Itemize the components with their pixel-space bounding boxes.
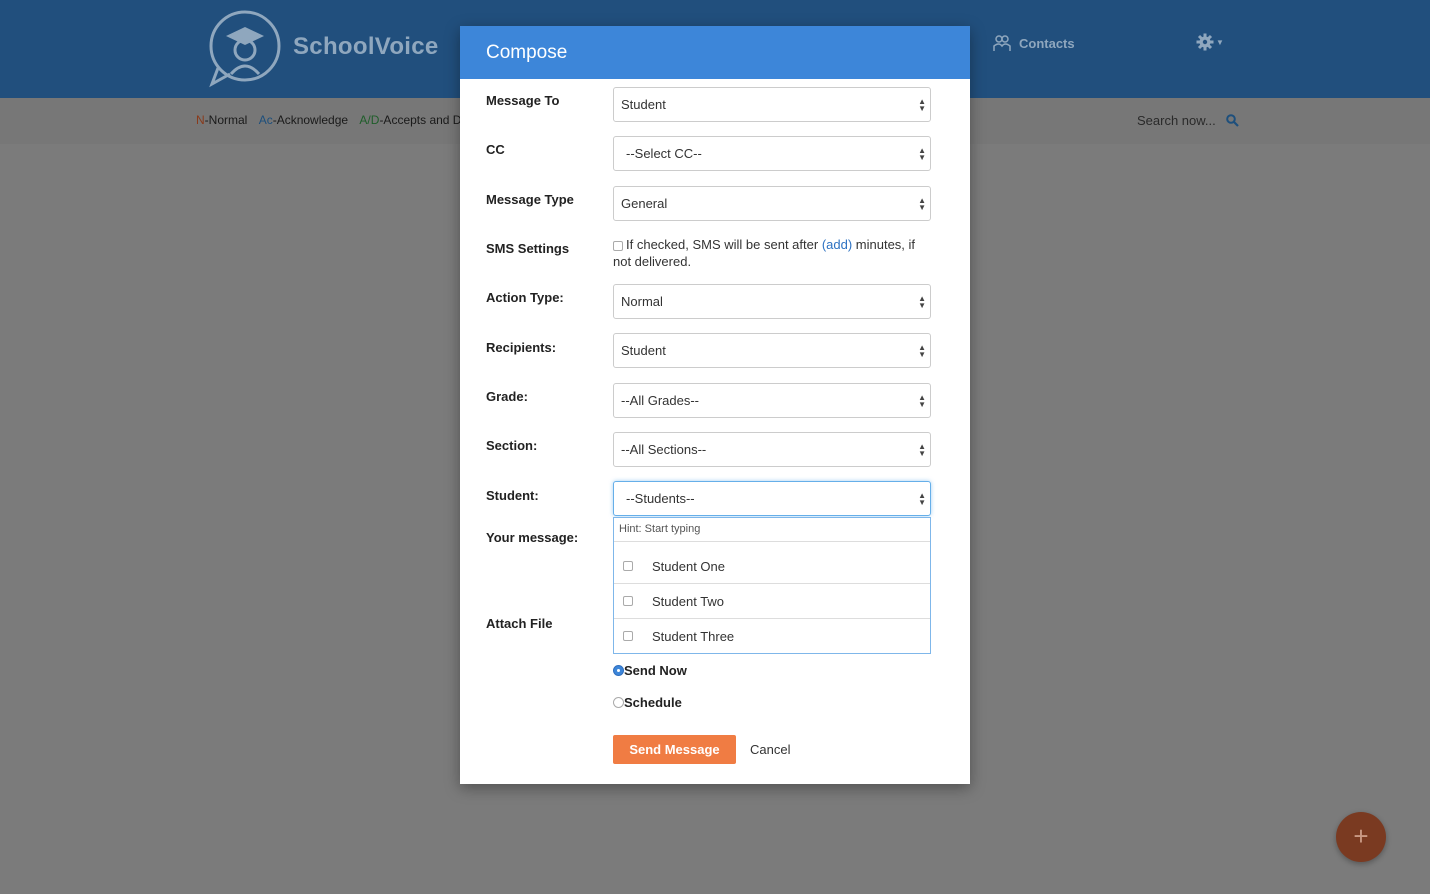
legend-normal-code: N — [196, 113, 205, 127]
message-to-label: Message To — [486, 93, 560, 108]
legend-ack-text: -Acknowledge — [272, 113, 349, 127]
grade-select[interactable]: --All Grades-- ▲ ▼ — [613, 383, 931, 418]
section-label: Section: — [486, 438, 538, 453]
cc-label: CC — [486, 142, 505, 157]
your-message-label: Your message: — [486, 530, 579, 545]
message-type-value: General — [621, 196, 668, 211]
attach-file-label: Attach File — [486, 616, 553, 631]
student-option[interactable]: Student Three — [614, 619, 930, 654]
contacts-icon — [993, 35, 1011, 51]
message-type-select[interactable]: General ▲ ▼ — [613, 186, 931, 221]
cc-value: --Select CC-- — [626, 146, 702, 161]
send-now-option[interactable]: Send Now — [613, 663, 687, 678]
send-message-button[interactable]: Send Message — [613, 735, 736, 764]
schedule-option[interactable]: Schedule — [613, 695, 682, 710]
student-dropdown-list: Hint: Start typing Student One Student T… — [613, 517, 931, 654]
student-option[interactable]: Student Two — [614, 584, 930, 619]
select-arrows-icon: ▲ ▼ — [918, 393, 926, 409]
message-to-value: Student — [621, 97, 666, 112]
search-input[interactable]: Search now... — [1137, 113, 1216, 128]
recipients-select[interactable]: Student ▲ ▼ — [613, 333, 931, 368]
student-option-checkbox[interactable] — [623, 631, 633, 641]
student-value: --Students-- — [626, 491, 695, 506]
search-box[interactable]: Search now... — [1137, 113, 1239, 128]
cancel-button[interactable]: Cancel — [750, 742, 790, 757]
grade-label: Grade: — [486, 389, 528, 404]
grade-value: --All Grades-- — [621, 393, 700, 408]
recipients-label: Recipients: — [486, 340, 557, 355]
send-now-label: Send Now — [624, 663, 687, 678]
select-arrows-icon: ▲ ▼ — [918, 146, 926, 162]
schedule-label: Schedule — [624, 695, 682, 710]
section-value: --All Sections-- — [621, 442, 707, 457]
modal-title: Compose — [460, 26, 970, 79]
schoolvoice-logo-icon — [209, 10, 281, 88]
student-option-checkbox[interactable] — [623, 561, 633, 571]
legend-normal-text: -Normal — [204, 113, 248, 127]
legend-accept-code: A/D — [359, 113, 380, 127]
schedule-radio[interactable] — [613, 697, 624, 708]
message-type-label: Message Type — [486, 192, 574, 207]
select-arrows-icon: ▲ ▼ — [918, 294, 926, 310]
send-now-radio[interactable] — [613, 665, 624, 676]
sms-add-link[interactable]: (add) — [822, 237, 852, 252]
dropdown-search-hint[interactable]: Hint: Start typing — [614, 518, 930, 542]
student-option-label: Student One — [652, 559, 725, 574]
student-option-checkbox[interactable] — [623, 596, 633, 606]
action-type-legend: N-Normal Ac-Acknowledge A/D-Accepts and … — [196, 113, 474, 127]
sms-text-before: If checked, SMS will be sent after — [626, 237, 822, 252]
student-option-label: Student Three — [652, 629, 735, 644]
action-type-select[interactable]: Normal ▲ ▼ — [613, 284, 931, 319]
search-icon[interactable] — [1225, 114, 1239, 127]
select-arrows-icon: ▲ ▼ — [918, 491, 926, 507]
compose-modal: Compose Message To Student ▲ ▼ CC --Selec… — [460, 26, 970, 784]
action-type-value: Normal — [621, 294, 663, 309]
student-option[interactable]: Student One — [614, 549, 930, 584]
student-option-label: Student Two — [652, 594, 725, 609]
select-arrows-icon: ▲ ▼ — [918, 196, 926, 212]
action-type-label: Action Type: — [486, 290, 564, 305]
gear-icon — [1196, 33, 1214, 51]
message-to-select[interactable]: Student ▲ ▼ — [613, 87, 931, 122]
nav-contacts-label: Contacts — [1019, 35, 1075, 51]
select-arrows-icon: ▲ ▼ — [918, 343, 926, 359]
student-multiselect[interactable]: --Students-- ▲ ▼ — [613, 481, 931, 516]
compose-fab-button[interactable]: + — [1336, 812, 1386, 862]
cc-select[interactable]: --Select CC-- ▲ ▼ — [613, 136, 931, 171]
chevron-down-icon: ▼ — [1216, 37, 1224, 47]
settings-menu[interactable]: ▼ — [1196, 33, 1224, 51]
sms-settings-label: SMS Settings — [486, 241, 570, 256]
recipients-value: Student — [621, 343, 666, 358]
nav-contacts[interactable]: Contacts — [993, 34, 1075, 52]
sms-settings: If checked, SMS will be sent after (add)… — [613, 236, 931, 270]
section-select[interactable]: --All Sections-- ▲ ▼ — [613, 432, 931, 467]
legend-ack-code: Ac — [258, 113, 273, 127]
select-arrows-icon: ▲ ▼ — [918, 97, 926, 113]
sms-checkbox[interactable] — [613, 240, 623, 251]
student-label: Student: — [486, 488, 539, 503]
brand-name: SchoolVoice — [293, 33, 439, 60]
select-arrows-icon: ▲ ▼ — [918, 442, 926, 458]
